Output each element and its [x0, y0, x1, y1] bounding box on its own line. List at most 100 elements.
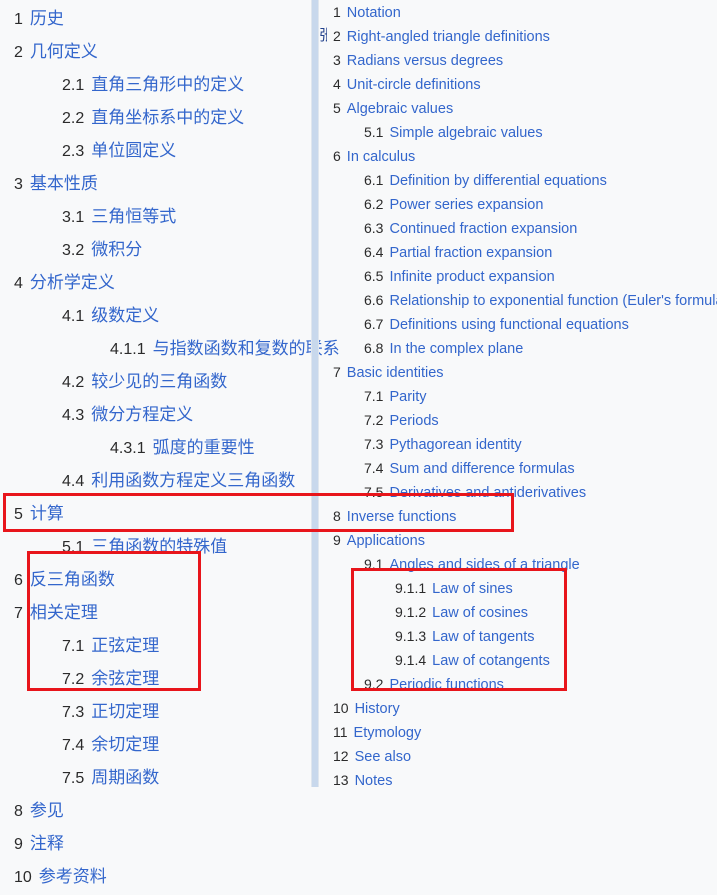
- toc-item-en-link[interactable]: Inverse functions: [347, 509, 457, 525]
- toc-item-en-link[interactable]: Continued fraction expansion: [389, 221, 577, 237]
- toc-row[interactable]: 1 历史: [0, 4, 311, 37]
- toc-item-zh-link[interactable]: 微分方程定义: [91, 400, 193, 425]
- toc-item-zh-link[interactable]: 基本性质: [30, 169, 98, 194]
- toc-row[interactable]: 3 基本性质: [0, 169, 311, 202]
- toc-row[interactable]: 7 相关定理: [0, 598, 311, 631]
- toc-row[interactable]: 7.4 余切定理: [0, 730, 311, 763]
- toc-item-en-link[interactable]: Pythagorean identity: [389, 437, 521, 453]
- toc-row[interactable]: 6.2 Power series expansion: [311, 196, 717, 220]
- toc-row[interactable]: 7.3 Pythagorean identity: [311, 436, 717, 460]
- toc-item-en-link[interactable]: Periodic functions: [389, 677, 503, 693]
- toc-row[interactable]: 2 Right-angled triangle definitions: [311, 28, 717, 52]
- toc-item-en-link[interactable]: Sum and difference formulas: [389, 461, 574, 477]
- toc-item-zh-link[interactable]: 几何定义: [30, 37, 98, 62]
- toc-item-en-link[interactable]: In the complex plane: [389, 341, 523, 357]
- toc-item-zh-link[interactable]: 分析学定义: [30, 268, 115, 293]
- toc-item-en-link[interactable]: Power series expansion: [389, 197, 543, 213]
- toc-row[interactable]: 3.2 微积分: [0, 235, 311, 268]
- toc-row[interactable]: 8 参见: [0, 796, 311, 829]
- toc-row[interactable]: 7.5 周期函数: [0, 763, 311, 796]
- toc-row[interactable]: 13 Notes: [311, 772, 717, 796]
- toc-row[interactable]: 9.1 Angles and sides of a triangle: [311, 556, 717, 580]
- toc-item-en-link[interactable]: Law of sines: [432, 581, 513, 597]
- toc-row[interactable]: 9.1.2 Law of cosines: [311, 604, 717, 628]
- toc-item-en-link[interactable]: History: [355, 701, 400, 717]
- toc-row[interactable]: 5.1 三角函数的特殊值: [0, 532, 311, 565]
- toc-row[interactable]: 9 注释: [0, 829, 311, 862]
- toc-item-zh-link[interactable]: 微积分: [91, 235, 142, 260]
- toc-item-en-link[interactable]: Basic identities: [347, 365, 444, 381]
- toc-row[interactable]: 12 See also: [311, 748, 717, 772]
- toc-row[interactable]: 7.2 Periods: [311, 412, 717, 436]
- toc-row[interactable]: 6.7 Definitions using functional equation…: [311, 316, 717, 340]
- toc-row[interactable]: 2.2 直角坐标系中的定义: [0, 103, 311, 136]
- toc-item-en-link[interactable]: Definitions using functional equations: [389, 317, 628, 333]
- toc-row[interactable]: 2.1 直角三角形中的定义: [0, 70, 311, 103]
- toc-item-en-link[interactable]: Right-angled triangle definitions: [347, 29, 550, 45]
- toc-row[interactable]: 6.5 Infinite product expansion: [311, 268, 717, 292]
- toc-item-zh-link[interactable]: 利用函数方程定义三角函数: [91, 466, 295, 491]
- toc-item-en-link[interactable]: Partial fraction expansion: [389, 245, 552, 261]
- toc-item-en-link[interactable]: Derivatives and antiderivatives: [389, 485, 586, 501]
- toc-item-en-link[interactable]: See also: [355, 749, 411, 765]
- toc-item-zh-link[interactable]: 反三角函数: [30, 565, 115, 590]
- toc-row[interactable]: 7.2 余弦定理: [0, 664, 311, 697]
- toc-item-zh-link[interactable]: 周期函数: [91, 763, 159, 788]
- toc-item-zh-link[interactable]: 参考资料: [39, 862, 107, 887]
- toc-row[interactable]: 9.1.3 Law of tangents: [311, 628, 717, 652]
- toc-row[interactable]: 9.1.4 Law of cotangents: [311, 652, 717, 676]
- toc-item-en-link[interactable]: Law of cotangents: [432, 653, 550, 669]
- toc-row[interactable]: 4 分析学定义: [0, 268, 311, 301]
- toc-row[interactable]: 4.1 级数定义: [0, 301, 311, 334]
- toc-item-en-link[interactable]: Periods: [389, 413, 438, 429]
- toc-row[interactable]: 6.3 Continued fraction expansion: [311, 220, 717, 244]
- toc-item-en-link[interactable]: Simple algebraic values: [389, 125, 542, 141]
- toc-row[interactable]: 5 Algebraic values: [311, 100, 717, 124]
- toc-item-en-link[interactable]: Parity: [389, 389, 426, 405]
- toc-item-zh-link[interactable]: 直角三角形中的定义: [91, 70, 244, 95]
- toc-item-zh-link[interactable]: 历史: [30, 4, 64, 29]
- toc-item-en-link[interactable]: Algebraic values: [347, 101, 453, 117]
- toc-item-zh-link[interactable]: 正弦定理: [91, 631, 159, 656]
- toc-item-zh-link[interactable]: 直角坐标系中的定义: [91, 103, 244, 128]
- toc-item-en-link[interactable]: Relationship to exponential function (Eu…: [389, 293, 717, 309]
- toc-row[interactable]: 4 Unit-circle definitions: [311, 76, 717, 100]
- toc-item-zh-link[interactable]: 计算: [30, 499, 64, 524]
- toc-row[interactable]: 4.2 较少见的三角函数: [0, 367, 311, 400]
- toc-row[interactable]: 7.1 正弦定理: [0, 631, 311, 664]
- toc-item-en-link[interactable]: Notation: [347, 5, 401, 21]
- toc-item-zh-link[interactable]: 单位圆定义: [91, 136, 176, 161]
- toc-row[interactable]: 7 Basic identities: [311, 364, 717, 388]
- toc-item-en-link[interactable]: Law of cosines: [432, 605, 528, 621]
- toc-item-zh-link[interactable]: 注释: [30, 829, 64, 854]
- toc-row[interactable]: 6.1 Definition by differential equations: [311, 172, 717, 196]
- toc-row[interactable]: 10 History: [311, 700, 717, 724]
- toc-row[interactable]: 6.6 Relationship to exponential function …: [311, 292, 717, 316]
- toc-row[interactable]: 9.2 Periodic functions: [311, 676, 717, 700]
- toc-item-zh-link[interactable]: 相关定理: [30, 598, 98, 623]
- column-divider-scrollbar[interactable]: [311, 0, 319, 787]
- toc-item-zh-link[interactable]: 余切定理: [91, 730, 159, 755]
- toc-item-en-link[interactable]: In calculus: [347, 149, 416, 165]
- toc-item-zh-link[interactable]: 弧度的重要性: [153, 433, 255, 458]
- toc-item-zh-link[interactable]: 三角函数的特殊值: [91, 532, 227, 557]
- toc-item-zh-link[interactable]: 级数定义: [91, 301, 159, 326]
- toc-row[interactable]: 1 Notation: [311, 4, 717, 28]
- toc-row[interactable]: 7.1 Parity: [311, 388, 717, 412]
- toc-row[interactable]: 9.1.1 Law of sines: [311, 580, 717, 604]
- toc-row[interactable]: 2 几何定义: [0, 37, 311, 70]
- toc-row[interactable]: 6.8 In the complex plane: [311, 340, 717, 364]
- toc-row[interactable]: 4.3.1 弧度的重要性: [0, 433, 311, 466]
- toc-item-en-link[interactable]: Definition by differential equations: [389, 173, 606, 189]
- toc-row[interactable]: 10 参考资料: [0, 862, 311, 895]
- toc-row[interactable]: 11 Etymology: [311, 724, 717, 748]
- toc-item-zh-link[interactable]: 较少见的三角函数: [91, 367, 227, 392]
- toc-item-en-link[interactable]: Applications: [347, 533, 425, 549]
- toc-row[interactable]: 9 Applications: [311, 532, 717, 556]
- toc-row[interactable]: 6.4 Partial fraction expansion: [311, 244, 717, 268]
- toc-row[interactable]: 7.3 正切定理: [0, 697, 311, 730]
- toc-row[interactable]: 2.3 单位圆定义: [0, 136, 311, 169]
- toc-item-en-link[interactable]: Etymology: [354, 725, 422, 741]
- toc-row[interactable]: 6 In calculus: [311, 148, 717, 172]
- toc-row[interactable]: 8 Inverse functions: [311, 508, 717, 532]
